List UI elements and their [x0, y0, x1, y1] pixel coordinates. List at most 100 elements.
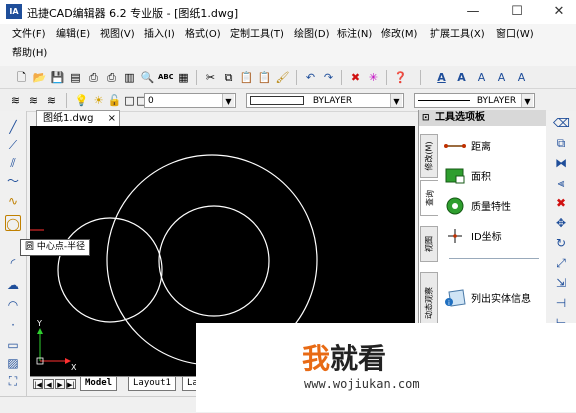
- redo-icon[interactable]: ↷: [321, 70, 336, 85]
- arc-icon[interactable]: ◜: [5, 255, 21, 271]
- copy-icon[interactable]: ⧉: [221, 70, 236, 85]
- layer-previous-icon[interactable]: ≋: [44, 93, 59, 108]
- undo-icon[interactable]: ↶: [303, 70, 318, 85]
- new-file-icon[interactable]: 🗋: [14, 70, 29, 85]
- menu-edit[interactable]: 编辑(E): [55, 26, 91, 44]
- menu-modify[interactable]: 修改(M): [380, 26, 418, 44]
- print-preview-icon[interactable]: ⎙: [104, 70, 119, 85]
- save-as-icon[interactable]: ▤: [68, 70, 83, 85]
- help-icon[interactable]: ❓: [393, 70, 408, 85]
- palette-item-label: 距离: [471, 142, 491, 153]
- pin-icon[interactable]: ⊡: [422, 110, 430, 126]
- find-icon[interactable]: 🔍: [140, 70, 155, 85]
- tab-orbit-label: 动态观察: [424, 287, 434, 319]
- rotate-icon[interactable]: ↻: [553, 235, 569, 251]
- layer-dropdown[interactable]: 0 ▼: [144, 93, 236, 108]
- polyline-icon[interactable]: 〜: [5, 173, 21, 189]
- spell-check-icon[interactable]: ABC: [158, 70, 173, 85]
- region-icon[interactable]: ⛶: [5, 373, 21, 389]
- paste-special-icon[interactable]: 📋: [257, 70, 272, 85]
- scale-icon[interactable]: ⤢: [553, 255, 569, 271]
- bulb-icon[interactable]: 💡: [74, 93, 89, 108]
- standard-toolbar: 🗋 📂 💾 ▤ ⎙ ⎙ ▥ 🔍 ABC ▦ ✂ ⧉ 📋 📋 🖌 ↶ ↷ ✖ ✳ …: [0, 66, 576, 89]
- last-tab-icon[interactable]: ▶|: [66, 379, 76, 389]
- save-icon[interactable]: 💾: [50, 70, 65, 85]
- point-icon[interactable]: ·: [5, 317, 21, 333]
- menu-format[interactable]: 格式(O): [184, 26, 222, 44]
- delete-icon[interactable]: ✖: [348, 70, 363, 85]
- close-button[interactable]: ✕: [545, 2, 573, 22]
- menu-dimension[interactable]: 标注(N): [336, 26, 373, 44]
- tab-model[interactable]: Model: [80, 377, 118, 391]
- hatch-icon[interactable]: ▨: [5, 355, 21, 371]
- text-style-icon[interactable]: A: [434, 70, 449, 85]
- linetype-dropdown[interactable]: BYLAYER ▼: [246, 93, 404, 108]
- xline-icon[interactable]: ⫽: [5, 155, 21, 171]
- palette-item-distance[interactable]: 距离: [441, 134, 544, 158]
- menu-bar: 文件(F) 编辑(E) 视图(V) 插入(I) 格式(O) 定制工具(T) 绘图…: [0, 24, 576, 66]
- line-icon[interactable]: ╱: [5, 119, 21, 135]
- menu-help[interactable]: 帮助(H): [11, 45, 48, 63]
- prev-tab-icon[interactable]: ◀: [44, 379, 54, 389]
- next-tab-icon[interactable]: ▶: [55, 379, 65, 389]
- palette-item-area[interactable]: 面积: [441, 164, 544, 188]
- menu-custom-tools[interactable]: 定制工具(T): [229, 26, 285, 44]
- text-edit-icon[interactable]: A: [494, 70, 509, 85]
- layers-icon[interactable]: ≋: [8, 93, 23, 108]
- circle-icon[interactable]: ◯: [5, 215, 21, 231]
- lineweight-dropdown[interactable]: BYLAYER ▼: [414, 93, 535, 108]
- menu-draw[interactable]: 绘图(D): [293, 26, 331, 44]
- linetype-swatch: [250, 96, 304, 105]
- right-circle[interactable]: [158, 205, 270, 317]
- maximize-button[interactable]: ☐: [503, 2, 531, 22]
- menu-file[interactable]: 文件(F): [11, 26, 47, 44]
- tab-inquiry-label: 查询: [425, 190, 434, 206]
- minimize-button[interactable]: —: [459, 2, 487, 22]
- mtext-icon[interactable]: A: [474, 70, 489, 85]
- delete-object-icon[interactable]: ✖: [553, 195, 569, 211]
- palette-item-id-point[interactable]: ID坐标: [441, 224, 544, 248]
- separator: [196, 70, 197, 85]
- copy-object-icon[interactable]: ⧉: [553, 135, 569, 151]
- palette-item-label: 质量特性: [471, 202, 511, 213]
- close-icon[interactable]: ×: [108, 111, 116, 127]
- sun-icon[interactable]: ☀: [91, 93, 106, 108]
- move-icon[interactable]: ✥: [553, 215, 569, 231]
- ray-icon[interactable]: ⟋: [5, 137, 21, 153]
- erase-icon[interactable]: ⌫: [553, 115, 570, 131]
- print-icon[interactable]: ⎙: [86, 70, 101, 85]
- offset-icon[interactable]: ⫷: [553, 175, 569, 191]
- lock-icon[interactable]: 🔓: [107, 93, 122, 108]
- properties-toolbar: ≋ ≋ ≋ 💡 ☀ 🔓 □ □ 0 ▼ BYLAYER ▼ BYLAYER ▼: [0, 89, 576, 112]
- cut-icon[interactable]: ✂: [203, 70, 218, 85]
- first-tab-icon[interactable]: |◀: [33, 379, 43, 389]
- menu-insert[interactable]: 插入(I): [143, 26, 176, 44]
- tab-modify[interactable]: 修改(M): [420, 134, 438, 178]
- open-file-icon[interactable]: 📂: [32, 70, 47, 85]
- document-icon[interactable]: ▦: [176, 70, 191, 85]
- document-tab[interactable]: 图纸1.dwg ×: [36, 110, 120, 126]
- tab-view[interactable]: 视图: [420, 226, 438, 262]
- menu-extensions[interactable]: 扩展工具(X): [429, 26, 486, 44]
- match-properties-icon[interactable]: 🖌: [275, 70, 290, 85]
- tab-layout1[interactable]: Layout1: [128, 377, 176, 391]
- export-icon[interactable]: ▥: [122, 70, 137, 85]
- ellipse-arc-icon[interactable]: ◠: [5, 297, 21, 313]
- text-icon[interactable]: A: [454, 70, 469, 85]
- trim-icon[interactable]: ⊣: [553, 295, 569, 311]
- mirror-icon[interactable]: ⧓: [553, 155, 569, 171]
- palette-item-mass-properties[interactable]: 质量特性: [441, 194, 544, 218]
- revcloud-icon[interactable]: ☁: [5, 277, 21, 293]
- menu-view[interactable]: 视图(V): [99, 26, 136, 44]
- stretch-icon[interactable]: ⇲: [553, 275, 569, 291]
- palette-item-list-info[interactable]: i 列出实体信息: [441, 286, 544, 310]
- menu-window[interactable]: 窗口(W): [495, 26, 535, 44]
- spline-icon[interactable]: ∿: [5, 193, 21, 209]
- layer-state-icon[interactable]: ≋: [26, 93, 41, 108]
- explode-icon[interactable]: ✳: [366, 70, 381, 85]
- tab-inquiry[interactable]: 查询: [420, 180, 438, 216]
- separator: [341, 70, 342, 85]
- paste-icon[interactable]: 📋: [239, 70, 254, 85]
- text-scale-icon[interactable]: A: [514, 70, 529, 85]
- rectangle-icon[interactable]: ▭: [5, 337, 21, 353]
